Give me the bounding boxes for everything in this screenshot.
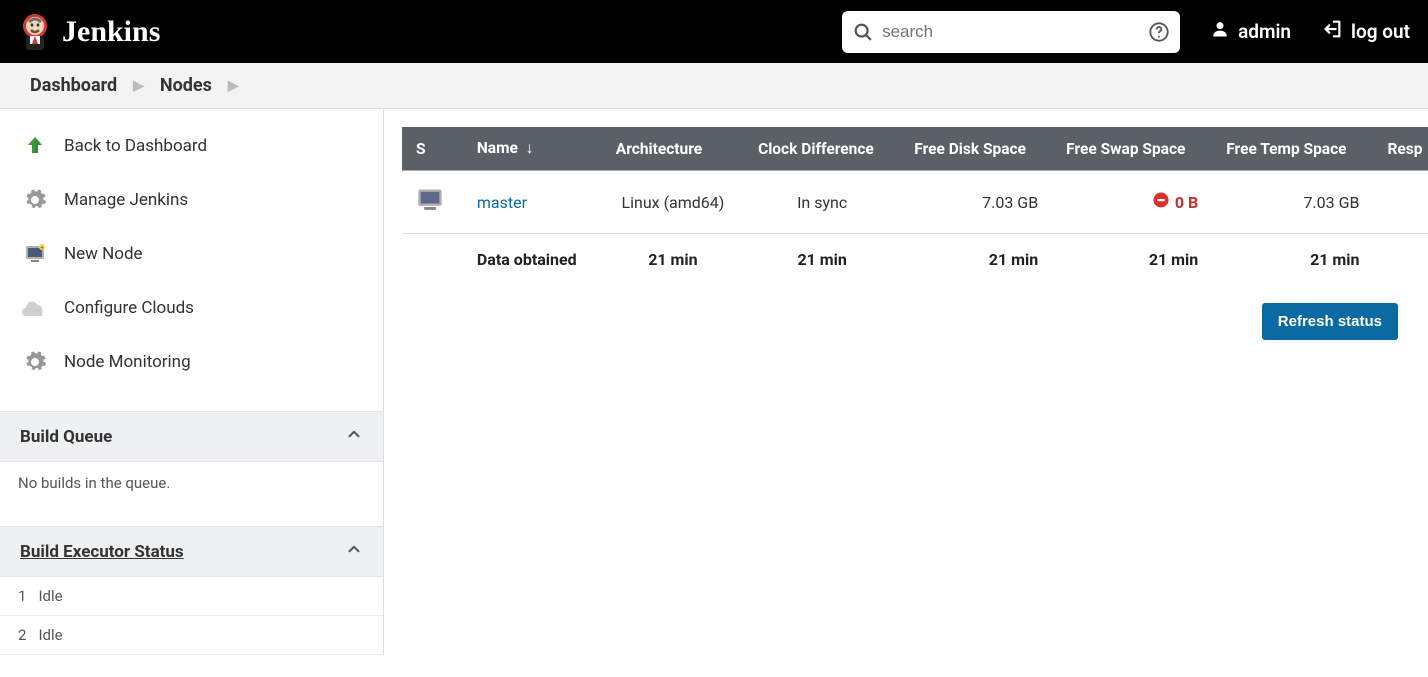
cell-clock: In sync bbox=[744, 171, 900, 234]
executor-row: 2 Idle bbox=[0, 616, 383, 655]
table-row: master Linux (amd64) In sync 7.03 GB 0 B bbox=[402, 171, 1428, 234]
chevron-right-icon: ▶ bbox=[228, 78, 239, 94]
task-label: Manage Jenkins bbox=[64, 190, 188, 210]
task-configure-clouds[interactable]: Configure Clouds bbox=[0, 281, 383, 335]
search-box[interactable] bbox=[842, 11, 1180, 53]
breadcrumb: Dashboard ▶ Nodes ▶ bbox=[0, 63, 1428, 109]
search-icon bbox=[852, 21, 874, 43]
executor-index: 2 bbox=[18, 626, 26, 644]
gear-icon bbox=[22, 187, 48, 213]
user-link[interactable]: admin bbox=[1210, 19, 1291, 44]
chevron-up-icon bbox=[345, 540, 363, 563]
main-panel: S Name ↓ Architecture Clock Difference F… bbox=[384, 109, 1428, 655]
user-name: admin bbox=[1238, 20, 1291, 43]
col-resp[interactable]: Resp bbox=[1373, 127, 1428, 171]
task-label: New Node bbox=[64, 244, 143, 264]
computer-icon: + bbox=[22, 241, 48, 267]
refresh-status-button[interactable]: Refresh status bbox=[1262, 303, 1398, 340]
task-back-to-dashboard[interactable]: Back to Dashboard bbox=[0, 119, 383, 173]
summary-label: Data obtained bbox=[463, 234, 602, 286]
task-label: Configure Clouds bbox=[64, 298, 194, 318]
swap-value: 0 B bbox=[1175, 193, 1198, 212]
cell-swap: 0 B bbox=[1052, 171, 1212, 234]
gear-icon bbox=[22, 349, 48, 375]
breadcrumb-item-dashboard[interactable]: Dashboard bbox=[30, 75, 117, 96]
chevron-right-icon: ▶ bbox=[133, 78, 144, 94]
jenkins-logo-icon bbox=[18, 12, 52, 52]
summary-temp: 21 min bbox=[1212, 234, 1373, 286]
sidepanel: Back to Dashboard Manage Jenkins + New N… bbox=[0, 109, 384, 655]
cell-disk: 7.03 GB bbox=[900, 171, 1052, 234]
col-clock[interactable]: Clock Difference bbox=[744, 127, 900, 171]
task-new-node[interactable]: + New Node bbox=[0, 227, 383, 281]
breadcrumb-item-nodes[interactable]: Nodes bbox=[160, 75, 212, 96]
logout-link[interactable]: log out bbox=[1321, 18, 1410, 45]
col-architecture[interactable]: Architecture bbox=[602, 127, 744, 171]
help-icon[interactable] bbox=[1148, 21, 1170, 43]
table-summary-row: Data obtained 21 min 21 min 21 min 21 mi… bbox=[402, 234, 1428, 286]
executor-state: Idle bbox=[38, 587, 62, 605]
col-name[interactable]: Name ↓ bbox=[463, 127, 602, 171]
task-node-monitoring[interactable]: Node Monitoring bbox=[0, 335, 383, 389]
executor-row: 1 Idle bbox=[0, 577, 383, 616]
task-label: Back to Dashboard bbox=[64, 136, 207, 156]
task-manage-jenkins[interactable]: Manage Jenkins bbox=[0, 173, 383, 227]
col-disk[interactable]: Free Disk Space bbox=[900, 127, 1052, 171]
sort-arrow-icon: ↓ bbox=[526, 139, 534, 157]
up-arrow-icon bbox=[22, 133, 48, 159]
task-label: Node Monitoring bbox=[64, 352, 191, 372]
summary-clock: 21 min bbox=[744, 234, 900, 286]
cell-architecture: Linux (amd64) bbox=[602, 171, 744, 234]
cell-name: master bbox=[463, 171, 602, 234]
computer-icon bbox=[416, 198, 444, 217]
widget-build-queue: Build Queue No builds in the queue. bbox=[0, 411, 383, 504]
col-status[interactable]: S bbox=[402, 127, 463, 171]
brand-home-link[interactable]: Jenkins bbox=[18, 12, 160, 52]
col-name-label: Name bbox=[477, 139, 518, 157]
summary-arch: 21 min bbox=[602, 234, 744, 286]
node-link-master[interactable]: master bbox=[477, 193, 527, 212]
logout-icon bbox=[1321, 18, 1343, 45]
col-temp[interactable]: Free Temp Space bbox=[1212, 127, 1373, 171]
executor-state: Idle bbox=[38, 626, 62, 644]
top-header: Jenkins admin bbox=[0, 0, 1428, 63]
cell-temp: 7.03 GB bbox=[1212, 171, 1373, 234]
summary-disk: 21 min bbox=[900, 234, 1052, 286]
executor-index: 1 bbox=[18, 587, 26, 605]
widget-title: Build Queue bbox=[20, 427, 112, 447]
build-queue-empty: No builds in the queue. bbox=[0, 462, 383, 504]
nodes-table: S Name ↓ Architecture Clock Difference F… bbox=[402, 127, 1428, 285]
error-icon bbox=[1153, 192, 1169, 212]
svg-text:+: + bbox=[41, 245, 44, 251]
widget-executors-header[interactable]: Build Executor Status bbox=[0, 527, 383, 577]
logout-label: log out bbox=[1351, 20, 1410, 43]
widget-executors: Build Executor Status 1 Idle 2 Idle bbox=[0, 526, 383, 655]
widget-build-queue-header[interactable]: Build Queue bbox=[0, 412, 383, 462]
cell-resp bbox=[1373, 171, 1428, 234]
cloud-icon bbox=[22, 295, 48, 321]
search-input[interactable] bbox=[882, 22, 1140, 42]
brand-title: Jenkins bbox=[62, 15, 160, 49]
summary-swap: 21 min bbox=[1052, 234, 1212, 286]
widget-title: Build Executor Status bbox=[20, 542, 184, 562]
chevron-up-icon bbox=[345, 425, 363, 448]
user-icon bbox=[1210, 19, 1230, 44]
col-swap[interactable]: Free Swap Space bbox=[1052, 127, 1212, 171]
cell-status bbox=[402, 171, 463, 234]
